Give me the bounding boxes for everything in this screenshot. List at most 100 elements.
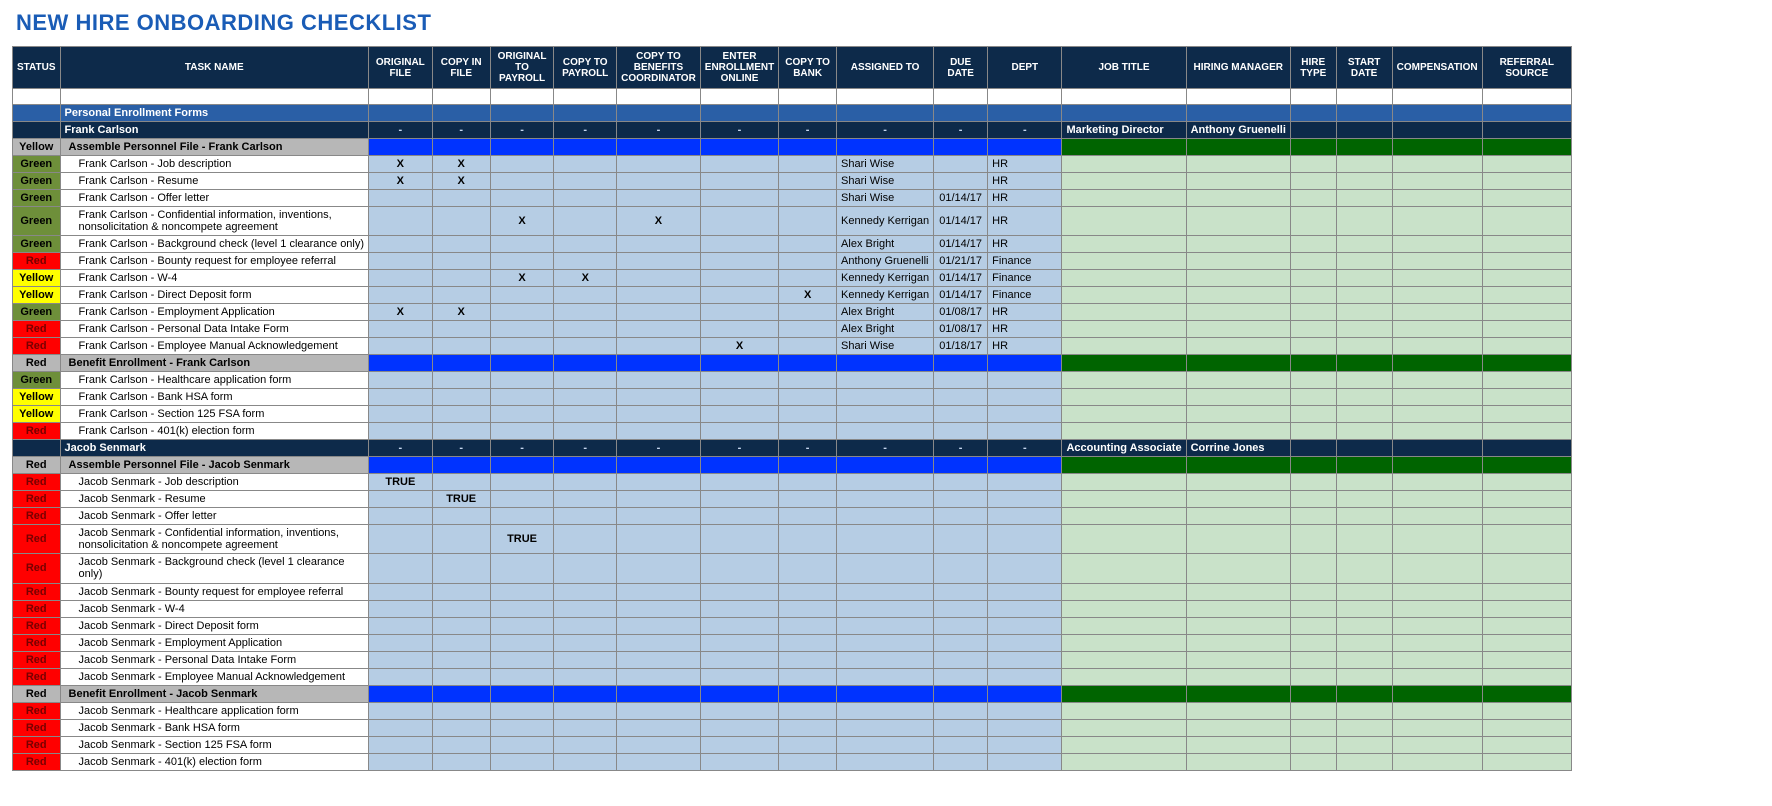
check-cell[interactable] [432,668,490,685]
check-cell[interactable] [490,736,554,753]
check-cell[interactable] [779,304,837,321]
check-cell[interactable] [490,617,554,634]
check-cell[interactable] [617,236,701,253]
check-cell[interactable] [432,651,490,668]
check-cell[interactable] [432,554,490,583]
check-cell[interactable] [779,270,837,287]
check-cell[interactable] [369,736,433,753]
check-cell[interactable] [490,190,554,207]
check-cell[interactable] [554,583,617,600]
check-cell[interactable] [617,554,701,583]
check-cell[interactable] [617,753,701,770]
check-cell[interactable] [617,253,701,270]
check-cell[interactable]: TRUE [369,474,433,491]
check-cell[interactable] [779,753,837,770]
check-cell[interactable] [369,207,433,236]
check-cell[interactable] [490,554,554,583]
check-cell[interactable] [432,190,490,207]
check-cell[interactable] [432,474,490,491]
check-cell[interactable] [490,600,554,617]
check-cell[interactable] [700,270,778,287]
check-cell[interactable] [432,508,490,525]
check-cell[interactable] [490,474,554,491]
check-cell[interactable]: TRUE [490,525,554,554]
check-cell[interactable] [617,190,701,207]
check-cell[interactable] [617,508,701,525]
check-cell[interactable] [369,600,433,617]
check-cell[interactable] [779,668,837,685]
check-cell[interactable] [554,702,617,719]
check-cell[interactable] [700,389,778,406]
check-cell[interactable] [490,372,554,389]
check-cell[interactable] [432,736,490,753]
check-cell[interactable] [617,634,701,651]
check-cell[interactable] [432,338,490,355]
check-cell[interactable] [554,736,617,753]
check-cell[interactable]: X [490,207,554,236]
check-cell[interactable] [617,423,701,440]
check-cell[interactable] [700,423,778,440]
check-cell[interactable] [779,583,837,600]
check-cell[interactable] [490,236,554,253]
check-cell[interactable] [432,406,490,423]
check-cell[interactable] [700,634,778,651]
check-cell[interactable] [700,651,778,668]
check-cell[interactable]: X [617,207,701,236]
check-cell[interactable] [779,634,837,651]
check-cell[interactable] [432,525,490,554]
check-cell[interactable] [779,236,837,253]
check-cell[interactable] [490,304,554,321]
check-cell[interactable]: X [779,287,837,304]
check-cell[interactable] [369,406,433,423]
check-cell[interactable] [700,702,778,719]
check-cell[interactable]: X [432,173,490,190]
check-cell[interactable] [432,702,490,719]
check-cell[interactable] [617,389,701,406]
check-cell[interactable] [432,207,490,236]
check-cell[interactable]: X [554,270,617,287]
check-cell[interactable] [490,321,554,338]
check-cell[interactable] [779,190,837,207]
check-cell[interactable] [554,304,617,321]
check-cell[interactable] [369,508,433,525]
check-cell[interactable] [700,525,778,554]
check-cell[interactable] [554,634,617,651]
check-cell[interactable] [700,617,778,634]
check-cell[interactable] [700,600,778,617]
check-cell[interactable] [369,236,433,253]
check-cell[interactable] [432,236,490,253]
check-cell[interactable] [369,253,433,270]
check-cell[interactable] [490,173,554,190]
check-cell[interactable] [554,156,617,173]
check-cell[interactable] [554,389,617,406]
check-cell[interactable] [432,253,490,270]
check-cell[interactable] [617,651,701,668]
check-cell[interactable] [700,173,778,190]
check-cell[interactable] [432,583,490,600]
check-cell[interactable] [779,173,837,190]
check-cell[interactable] [554,651,617,668]
check-cell[interactable] [700,508,778,525]
check-cell[interactable] [369,702,433,719]
check-cell[interactable] [779,702,837,719]
check-cell[interactable] [554,554,617,583]
check-cell[interactable]: X [490,270,554,287]
check-cell[interactable] [779,554,837,583]
check-cell[interactable] [617,338,701,355]
check-cell[interactable] [700,207,778,236]
check-cell[interactable] [779,338,837,355]
check-cell[interactable] [490,634,554,651]
check-cell[interactable] [617,668,701,685]
check-cell[interactable] [617,491,701,508]
check-cell[interactable] [369,321,433,338]
check-cell[interactable] [617,321,701,338]
check-cell[interactable] [700,156,778,173]
check-cell[interactable] [554,338,617,355]
check-cell[interactable] [554,287,617,304]
check-cell[interactable] [617,304,701,321]
check-cell[interactable] [554,321,617,338]
check-cell[interactable] [700,668,778,685]
check-cell[interactable] [554,668,617,685]
check-cell[interactable] [700,491,778,508]
check-cell[interactable] [432,719,490,736]
